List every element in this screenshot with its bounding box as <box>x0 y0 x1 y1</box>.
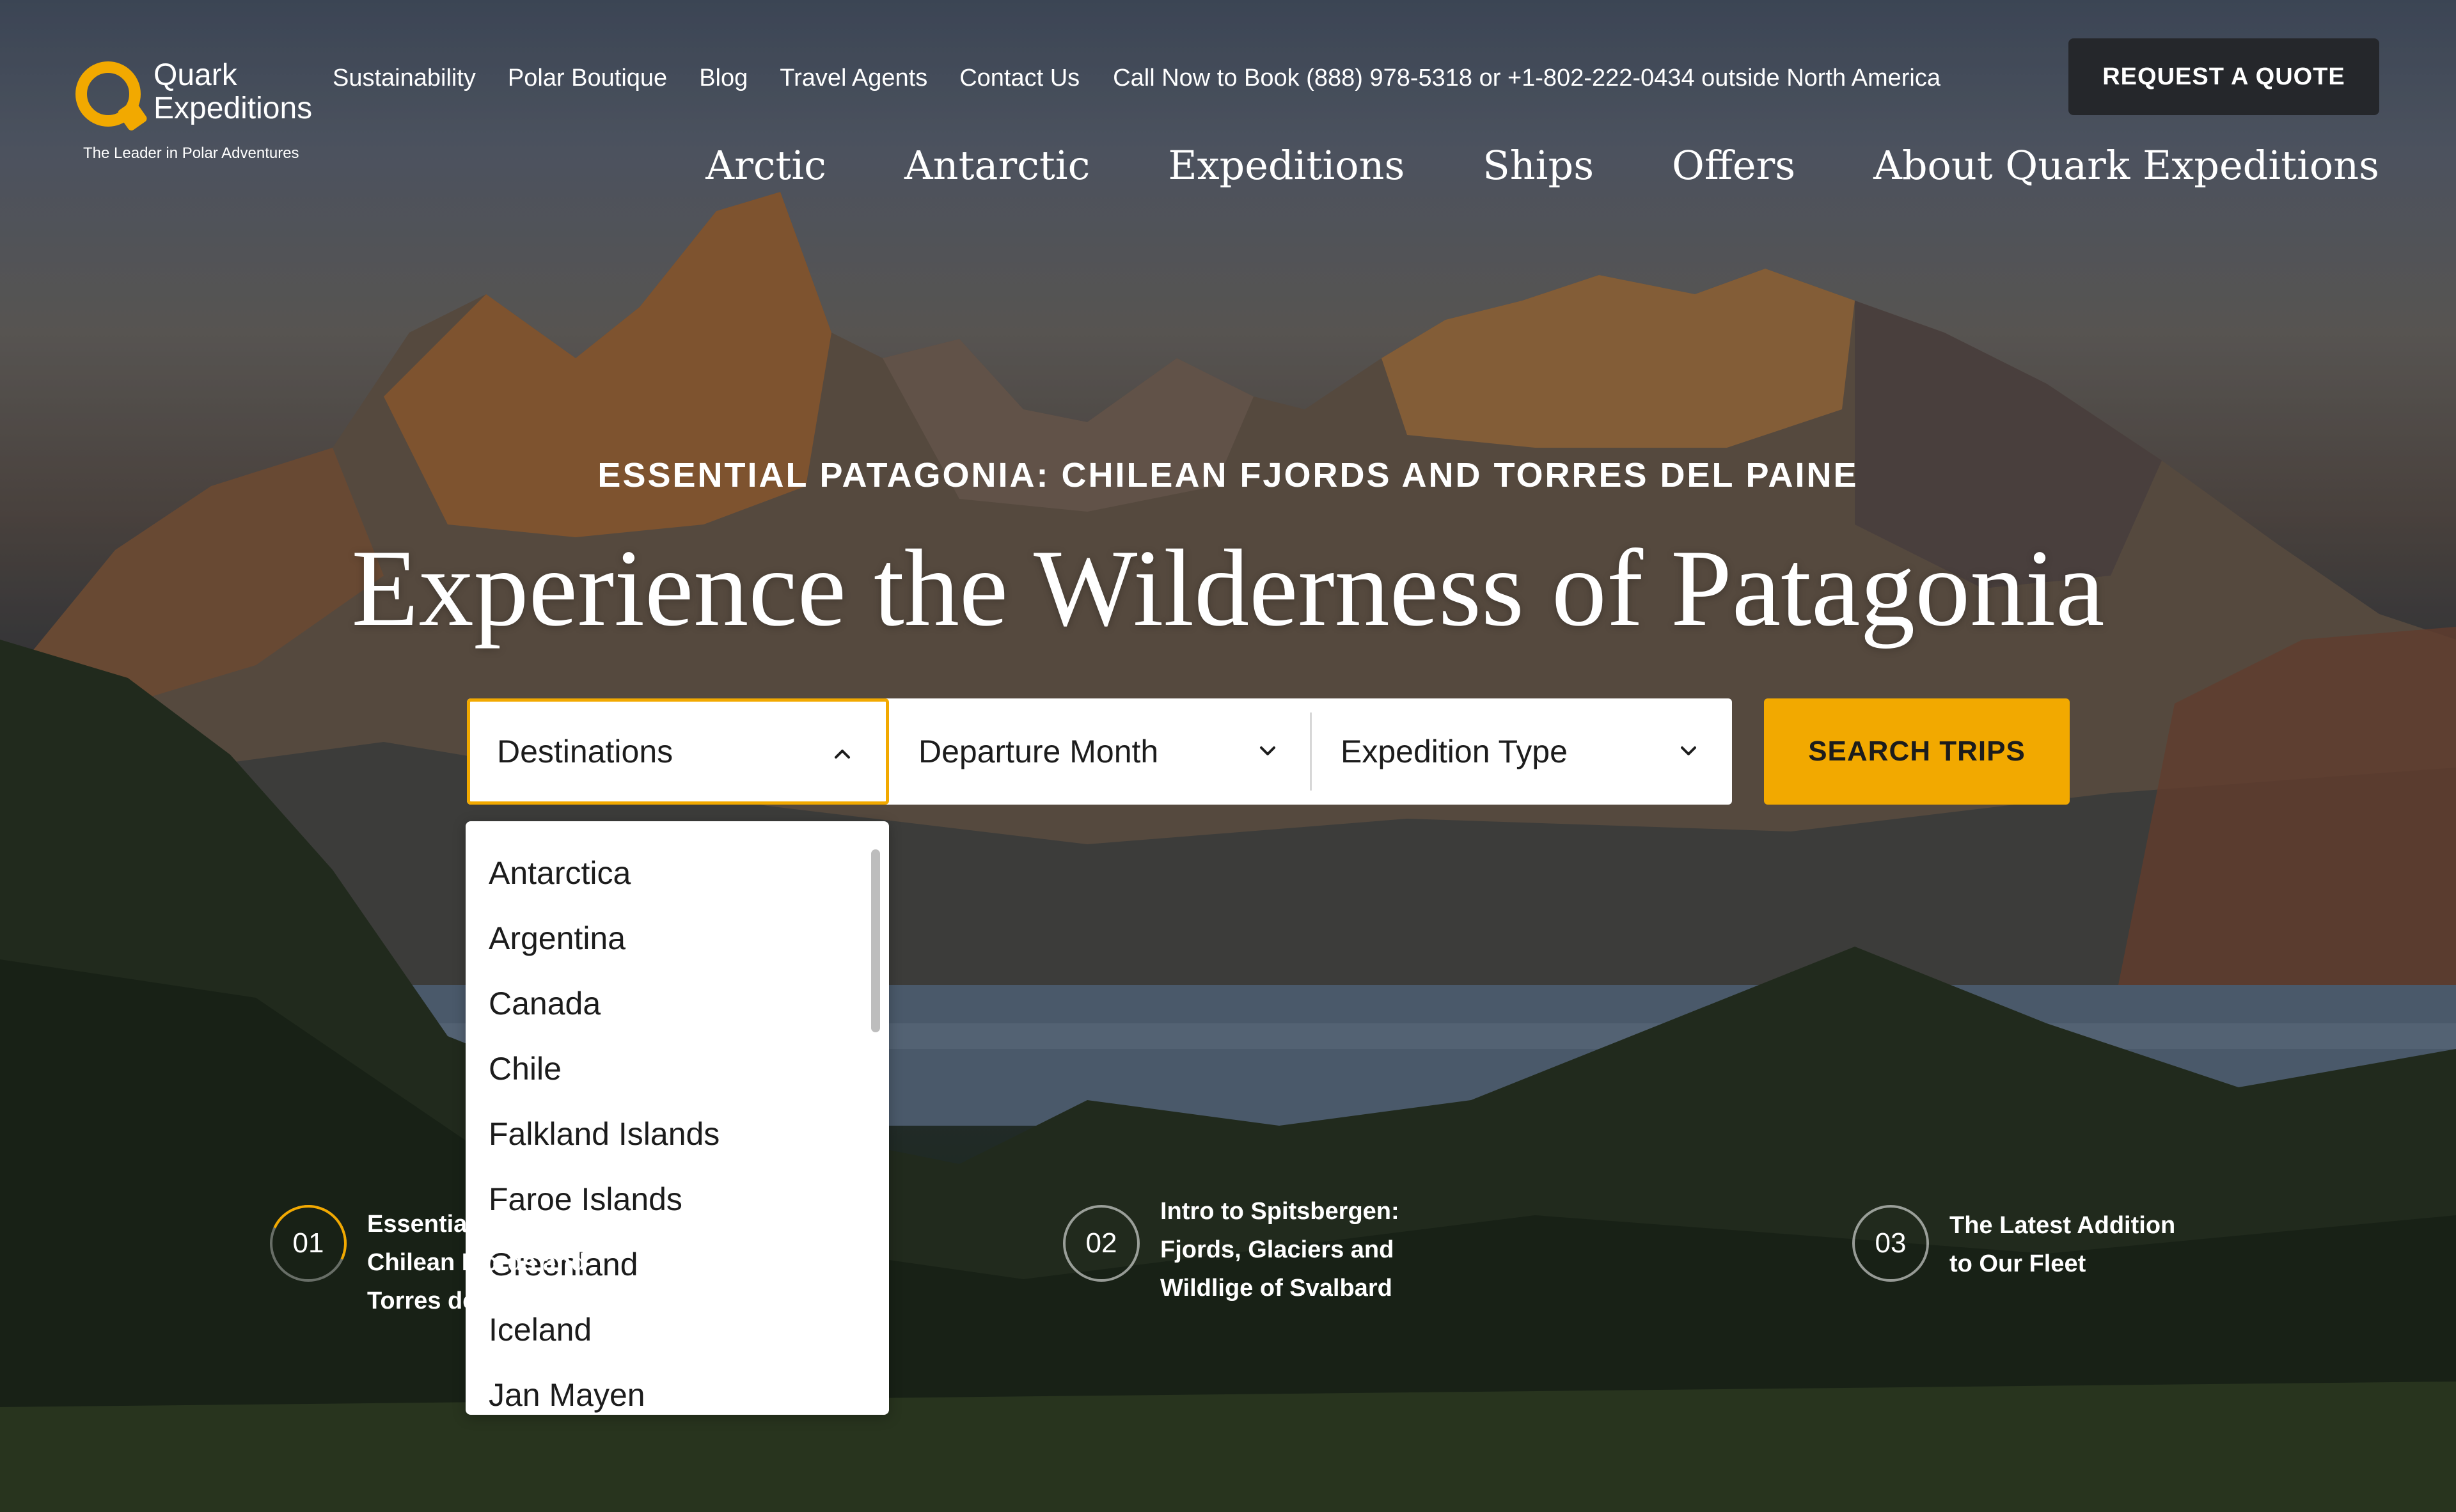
destination-option[interactable]: Canada <box>489 971 889 1036</box>
slide-title: Essential Patagonia: Chilean Fjords and … <box>367 1211 605 1314</box>
nav-ships[interactable]: Ships <box>1483 142 1594 189</box>
slide-title: The Latest Addition to Our Fleet <box>1949 1212 2176 1277</box>
destinations-options-list: Antarctica Argentina Canada Chile Falkla… <box>466 821 889 1415</box>
slide-number-ring: 01 <box>270 1205 347 1282</box>
brand-tagline: The Leader in Polar Adventures <box>83 145 299 162</box>
destination-option[interactable]: Argentina <box>489 906 889 971</box>
util-link-sustainability[interactable]: Sustainability <box>333 65 476 92</box>
search-trips-button[interactable]: SEARCH TRIPS <box>1764 698 2070 805</box>
hero-headline: Experience the Wilderness of Patagonia <box>351 528 2105 649</box>
request-quote-button[interactable]: REQUEST A QUOTE <box>2068 38 2379 115</box>
destinations-label: Destinations <box>497 734 673 769</box>
slide-number-ring: 03 <box>1852 1205 1929 1282</box>
destination-option[interactable]: Jan Mayen <box>489 1362 889 1415</box>
chevron-down-icon <box>1260 746 1275 755</box>
trip-search-bar: Destinations Departure Month Expedition … <box>467 698 1732 805</box>
util-link-travel-agents[interactable]: Travel Agents <box>780 65 927 92</box>
nav-offers[interactable]: Offers <box>1672 142 1795 189</box>
nav-expeditions[interactable]: Expeditions <box>1168 142 1405 189</box>
expedition-type-select[interactable]: Expedition Type <box>1311 698 1732 805</box>
destination-option[interactable]: Falkland Islands <box>489 1101 889 1167</box>
nav-antarctic[interactable]: Antarctic <box>904 142 1090 189</box>
utility-nav: Sustainability Polar Boutique Blog Trave… <box>333 61 1940 95</box>
util-link-contact-us[interactable]: Contact Us <box>959 65 1080 92</box>
slide-indicator-3[interactable]: 03 The Latest Addition to Our Fleet <box>1852 1205 2236 1314</box>
main-nav: Arctic Antarctic Expeditions Ships Offer… <box>705 142 2379 189</box>
destinations-select[interactable]: Destinations <box>467 698 889 805</box>
dropdown-scrollbar[interactable] <box>871 849 880 1032</box>
slide-title: Intro to Spitsbergen: Fjords, Glaciers a… <box>1160 1198 1399 1302</box>
call-to-book-link[interactable]: Call Now to Book (888) 978-5318 or +1-80… <box>1113 65 1940 92</box>
nav-arctic[interactable]: Arctic <box>705 142 826 189</box>
destination-option[interactable]: Antarctica <box>489 840 889 906</box>
nav-about[interactable]: About Quark Expeditions <box>1873 142 2379 189</box>
logo-wordmark: Quark Expeditions <box>154 58 313 125</box>
quark-logo-icon <box>75 61 141 127</box>
slide-indicator-1[interactable]: 01 Essential Patagonia: Chilean Fjords a… <box>270 1205 605 1314</box>
util-link-blog[interactable]: Blog <box>699 65 748 92</box>
slide-number-ring: 02 <box>1063 1205 1140 1282</box>
expedition-type-label: Expedition Type <box>1341 734 1568 769</box>
chevron-up-icon <box>835 750 850 759</box>
destinations-dropdown: Antarctica Argentina Canada Chile Falkla… <box>466 821 889 1415</box>
destination-option[interactable]: Chile <box>489 1036 889 1101</box>
slide-indicator-2[interactable]: 02 Intro to Spitsbergen: Fjords, Glacier… <box>1063 1198 1447 1314</box>
brand-logo[interactable]: Quark Expeditions The Leader in Polar Ad… <box>75 59 331 168</box>
util-link-polar-boutique[interactable]: Polar Boutique <box>508 65 667 92</box>
chevron-down-icon <box>1681 746 1696 755</box>
hero-eyebrow: ESSENTIAL PATAGONIA: CHILEAN FJORDS AND … <box>597 456 1859 494</box>
departure-month-select[interactable]: Departure Month <box>889 698 1311 805</box>
departure-month-label: Departure Month <box>918 734 1159 769</box>
